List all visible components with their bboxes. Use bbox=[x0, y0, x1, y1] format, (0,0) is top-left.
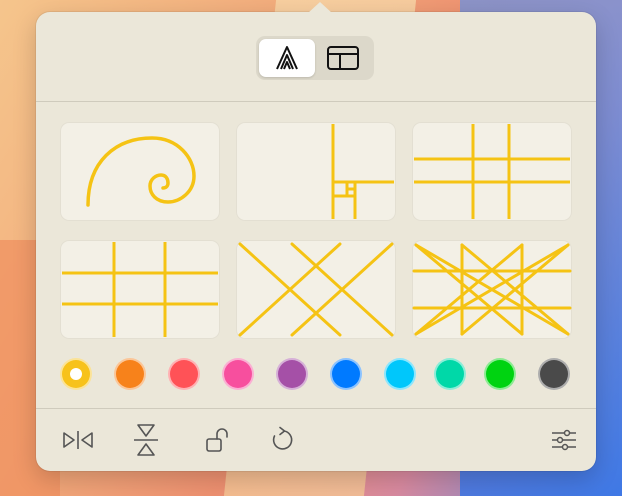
mode-segmented-control bbox=[256, 36, 374, 80]
guide-tile-dynamic-symmetry[interactable] bbox=[412, 240, 572, 339]
rule-of-thirds-icon bbox=[62, 242, 218, 337]
flip-vertical-icon bbox=[134, 424, 158, 456]
golden-spiral-icon bbox=[86, 136, 196, 207]
color-swatch-purple[interactable] bbox=[276, 358, 308, 390]
dynamic-symmetry-icon bbox=[412, 243, 572, 336]
bottom-toolbar bbox=[36, 410, 596, 470]
composition-guides-popover bbox=[36, 2, 596, 471]
mode-layout-button[interactable] bbox=[315, 39, 371, 77]
color-palette bbox=[60, 358, 572, 394]
color-swatch-teal[interactable] bbox=[434, 358, 466, 390]
guide-tile-phi-grid[interactable] bbox=[412, 122, 572, 221]
color-swatch-pink[interactable] bbox=[222, 358, 254, 390]
diagonal-grid-icon bbox=[238, 242, 394, 337]
settings-button[interactable] bbox=[544, 422, 584, 458]
rotate-icon bbox=[272, 426, 293, 450]
guide-tile-diagonal-grid[interactable] bbox=[236, 240, 396, 339]
popover-arrow bbox=[308, 2, 332, 13]
mode-guides-button[interactable] bbox=[259, 39, 315, 77]
color-swatch-orange[interactable] bbox=[114, 358, 146, 390]
phi-grid-icon bbox=[414, 124, 570, 219]
color-swatch-yellow[interactable] bbox=[60, 358, 92, 390]
sliders-icon bbox=[552, 429, 576, 451]
guide-tile-golden-rectangle[interactable] bbox=[236, 122, 396, 221]
color-swatch-cyan[interactable] bbox=[384, 358, 416, 390]
golden-rectangle-icon bbox=[331, 124, 394, 219]
layout-icon bbox=[327, 46, 359, 70]
flip-horizontal-button[interactable] bbox=[58, 422, 98, 458]
divider bbox=[36, 408, 596, 409]
color-swatch-dark-gray[interactable] bbox=[538, 358, 570, 390]
guide-tile-golden-spiral[interactable] bbox=[60, 122, 220, 221]
guide-tile-rule-of-thirds[interactable] bbox=[60, 240, 220, 339]
rotate-button[interactable] bbox=[262, 422, 302, 458]
divider bbox=[36, 101, 596, 102]
unlock-icon bbox=[206, 428, 228, 452]
flip-horizontal-icon bbox=[63, 431, 93, 449]
flip-vertical-button[interactable] bbox=[126, 422, 166, 458]
color-swatch-green[interactable] bbox=[484, 358, 516, 390]
guides-icon bbox=[276, 46, 298, 70]
color-swatch-blue[interactable] bbox=[330, 358, 362, 390]
color-swatch-red[interactable] bbox=[168, 358, 200, 390]
lock-button[interactable] bbox=[198, 422, 238, 458]
